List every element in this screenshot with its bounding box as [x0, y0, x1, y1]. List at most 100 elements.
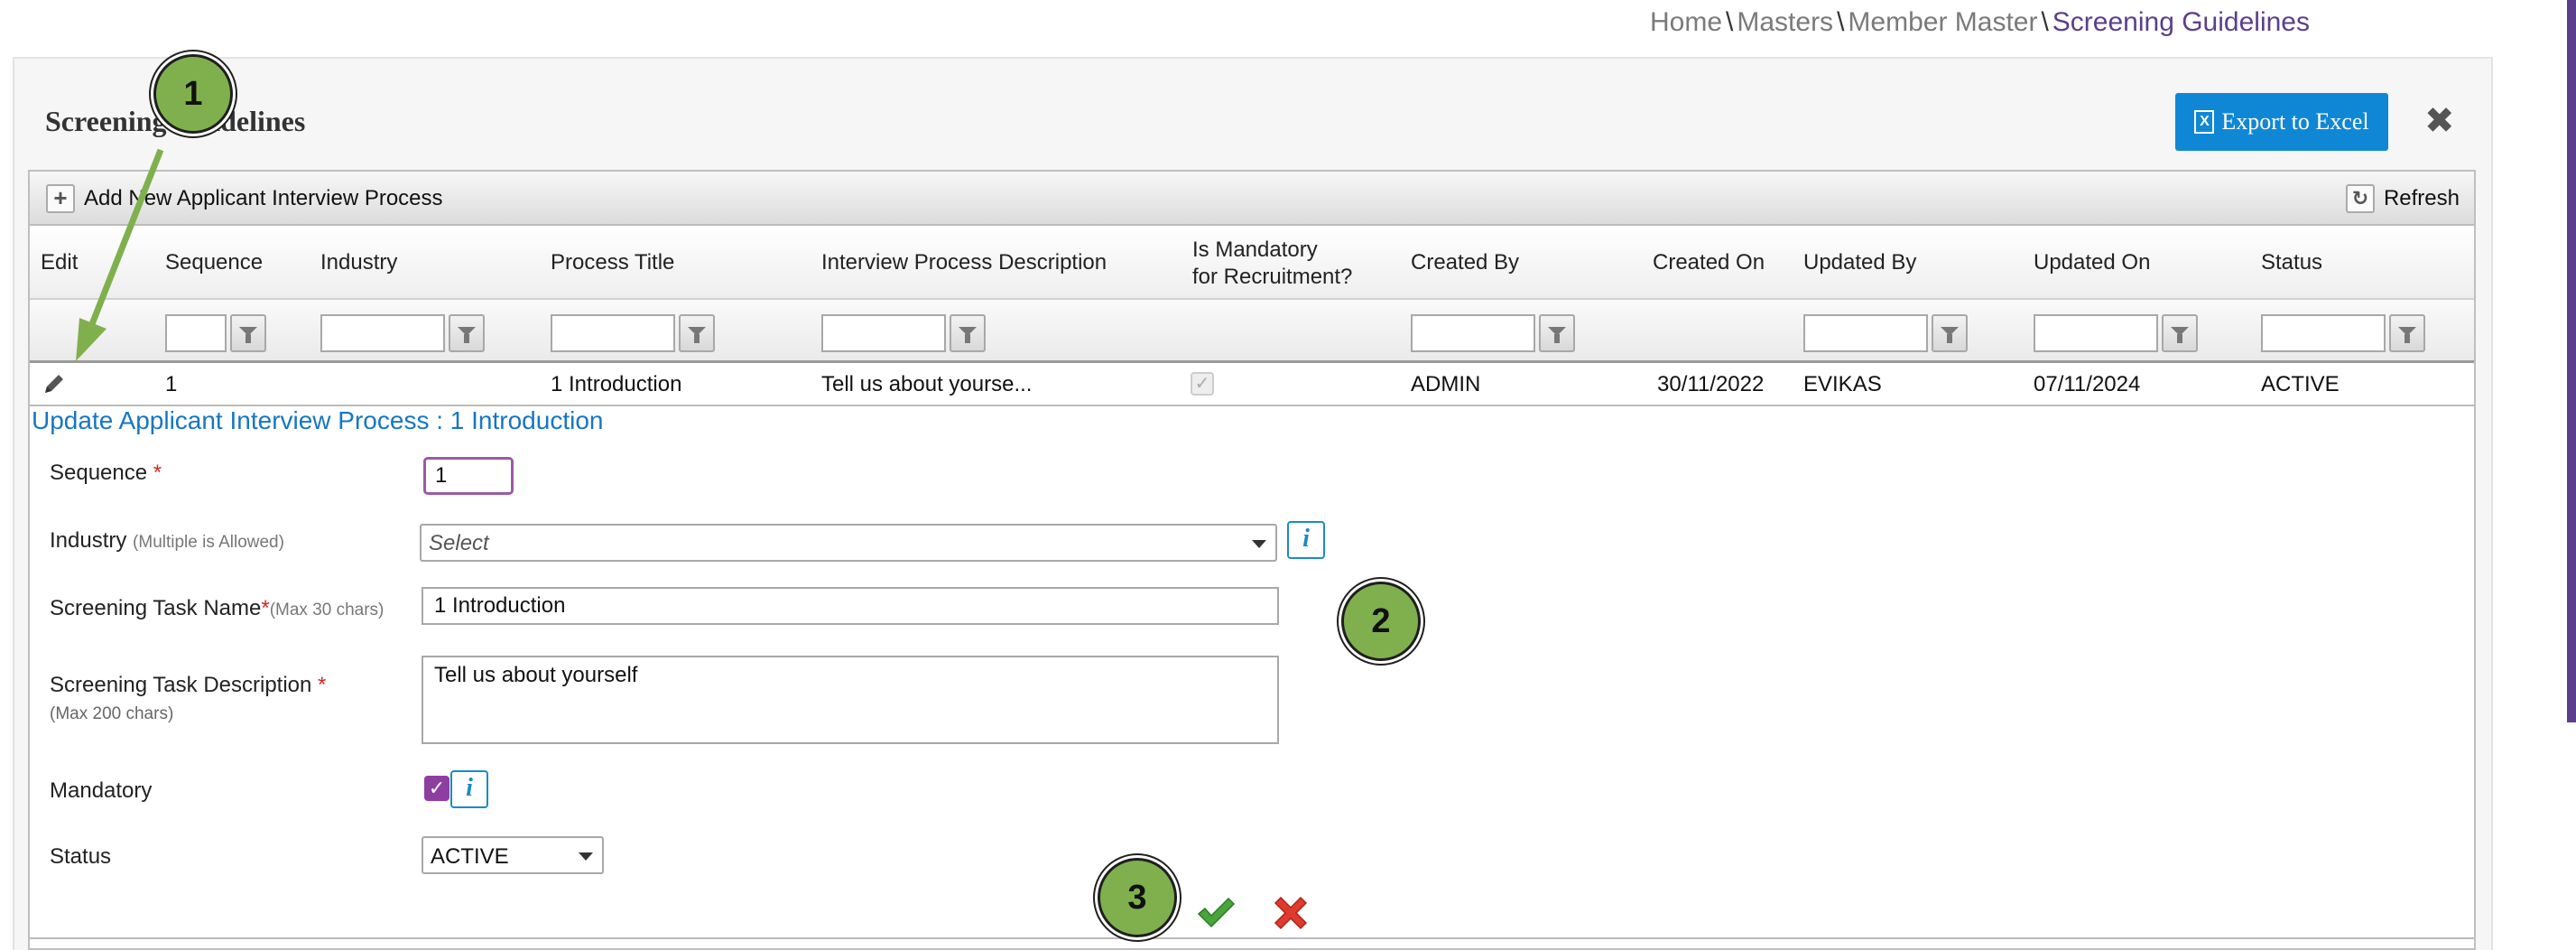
filter-icon — [239, 327, 257, 343]
cell-updated-on: 07/11/2024 — [2034, 372, 2141, 396]
industry-select[interactable]: Select — [420, 524, 1277, 562]
mandatory-label: Mandatory — [50, 778, 153, 803]
task-name-label-text: Screening Task Name — [50, 596, 262, 620]
filter-status — [2261, 314, 2425, 352]
task-name-hint: (Max 30 chars) — [269, 601, 385, 619]
filter-sequence-button[interactable] — [230, 314, 266, 352]
cell-updated-by: EVIKAS — [1803, 372, 1882, 396]
column-header-sequence[interactable]: Sequence — [165, 249, 263, 276]
column-header-updated-by[interactable]: Updated By — [1803, 249, 1916, 276]
breadcrumb-member-master[interactable]: Member Master — [1848, 7, 2037, 37]
filter-industry-input[interactable] — [320, 314, 445, 352]
filter-icon — [2171, 327, 2189, 343]
cell-mandatory-checkbox: ✓ — [1191, 372, 1214, 396]
plus-icon: + — [46, 184, 75, 213]
task-description-textarea[interactable]: Tell us about yourself — [422, 656, 1279, 744]
refresh-label: Refresh — [2383, 186, 2460, 210]
task-desc-label: Screening Task Description * — [50, 673, 326, 698]
mandatory-info-icon[interactable]: i — [450, 770, 488, 808]
status-label: Status — [50, 844, 112, 869]
refresh-icon: ↻ — [2345, 184, 2375, 213]
chevron-down-icon — [579, 852, 593, 861]
task-name-input[interactable] — [422, 587, 1279, 625]
checkmark-save-icon[interactable] — [1196, 896, 1236, 930]
refresh-button[interactable]: ↻ Refresh — [2345, 182, 2460, 215]
cell-sequence: 1 — [165, 372, 178, 396]
required-marker: * — [153, 461, 162, 485]
filter-updated-on — [2034, 314, 2198, 352]
filter-status-button[interactable] — [2389, 314, 2425, 352]
column-header-industry[interactable]: Industry — [320, 249, 397, 276]
cross-cancel-icon[interactable] — [1272, 894, 1310, 932]
required-marker: * — [261, 596, 270, 620]
grid-header-row: Edit Sequence Industry Process Title Int… — [30, 226, 2474, 300]
required-marker: * — [318, 673, 327, 697]
filter-created-by-input[interactable] — [1411, 314, 1535, 352]
close-icon[interactable]: ✖ — [2424, 103, 2455, 139]
column-header-description[interactable]: Interview Process Description — [821, 249, 1107, 276]
breadcrumb-home[interactable]: Home — [1650, 7, 1722, 37]
sequence-label-text: Sequence — [50, 461, 148, 485]
filter-updated-on-button[interactable] — [2162, 314, 2198, 352]
column-header-process-title[interactable]: Process Title — [551, 249, 674, 276]
edit-form-title: Update Applicant Interview Process : 1 I… — [32, 406, 604, 434]
mandatory-checkbox[interactable]: ✓ — [424, 776, 449, 801]
page-scrollbar[interactable] — [2567, 0, 2576, 722]
filter-description — [821, 314, 986, 352]
cell-status: ACTIVE — [2261, 372, 2340, 396]
filter-industry — [320, 314, 485, 352]
task-desc-label-text: Screening Task Description — [50, 673, 312, 697]
add-label: Add New Applicant Interview Process — [84, 186, 443, 210]
status-select[interactable]: ACTIVE — [422, 836, 604, 874]
filter-process-title-input[interactable] — [551, 314, 675, 352]
sequence-label: Sequence * — [50, 461, 162, 486]
filter-status-input[interactable] — [2261, 314, 2386, 352]
table-row[interactable]: 1 1 Introduction Tell us about yourse...… — [30, 363, 2474, 406]
export-to-excel-button[interactable]: X Export to Excel — [2175, 93, 2388, 151]
column-header-status[interactable]: Status — [2261, 249, 2322, 276]
task-desc-hint: (Max 200 chars) — [50, 704, 174, 723]
filter-updated-on-input[interactable] — [2034, 314, 2158, 352]
filter-created-by-button[interactable] — [1539, 314, 1575, 352]
filter-sequence — [165, 314, 266, 352]
filter-updated-by-button[interactable] — [1932, 314, 1968, 352]
breadcrumb-separator: \ — [1726, 7, 1734, 37]
sequence-input[interactable] — [423, 457, 514, 495]
filter-sequence-input[interactable] — [165, 314, 227, 352]
industry-select-placeholder: Select — [429, 531, 489, 555]
column-header-mandatory-line1: Is Mandatory — [1192, 238, 1318, 262]
filter-description-input[interactable] — [821, 314, 946, 352]
annotation-marker-3: 3 — [1098, 858, 1177, 937]
export-label: Export to Excel — [2221, 108, 2369, 135]
breadcrumb: Home \ Masters \ Member Master \ Screening Gui… — [1650, 7, 2310, 38]
filter-icon — [458, 327, 476, 343]
filter-updated-by-input[interactable] — [1803, 314, 1928, 352]
filter-icon — [1548, 327, 1566, 343]
cell-created-by: ADMIN — [1411, 372, 1481, 396]
industry-label: Industry (Multiple is Allowed) — [50, 528, 284, 554]
column-header-created-by[interactable]: Created By — [1411, 249, 1519, 276]
status-select-value: ACTIVE — [431, 844, 509, 869]
column-header-mandatory-line2: for Recruitment? — [1192, 265, 1353, 289]
column-header-created-on[interactable]: Created On — [1653, 249, 1765, 276]
breadcrumb-separator: \ — [1837, 7, 1845, 37]
industry-label-text: Industry — [50, 528, 127, 553]
chevron-down-icon — [1252, 540, 1266, 548]
column-header-mandatory[interactable]: Is Mandatory for Recruitment? — [1192, 237, 1352, 291]
pencil-icon[interactable] — [41, 370, 68, 397]
grid-filter-row — [30, 300, 2474, 363]
task-name-label: Screening Task Name*(Max 30 chars) — [50, 596, 384, 621]
column-header-edit[interactable]: Edit — [41, 249, 78, 276]
column-header-updated-on[interactable]: Updated On — [2034, 249, 2150, 276]
filter-description-button[interactable] — [950, 314, 986, 352]
breadcrumb-masters[interactable]: Masters — [1737, 7, 1833, 37]
filter-process-title-button[interactable] — [679, 314, 715, 352]
filter-updated-by — [1803, 314, 1968, 352]
add-interview-process-button[interactable]: + Add New Applicant Interview Process — [46, 182, 443, 215]
industry-info-icon[interactable]: i — [1287, 521, 1325, 559]
filter-industry-button[interactable] — [449, 314, 485, 352]
interview-process-grid: + Add New Applicant Interview Process ↻ … — [28, 170, 2476, 950]
breadcrumb-current: Screening Guidelines — [2052, 7, 2310, 37]
grid-toolbar: + Add New Applicant Interview Process ↻ … — [30, 172, 2474, 226]
filter-icon — [959, 327, 977, 343]
